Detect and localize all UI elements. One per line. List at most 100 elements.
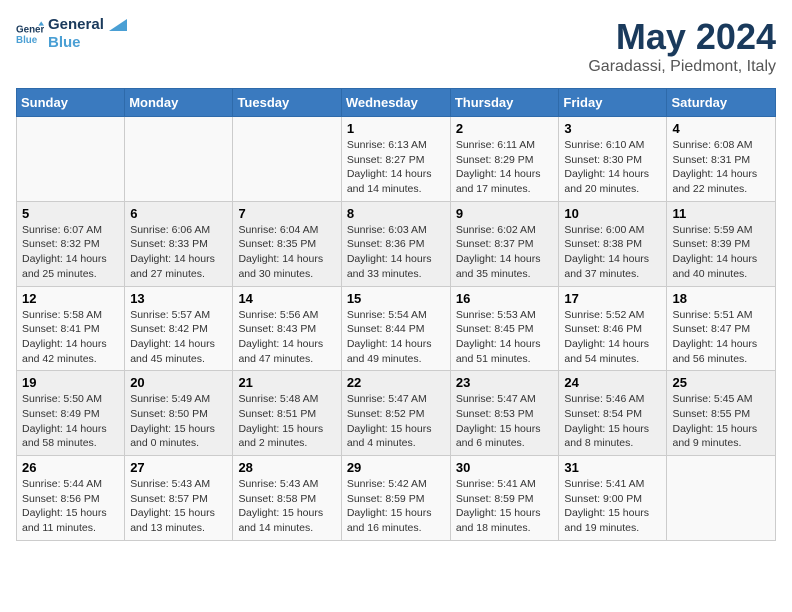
calendar-day-cell: 13Sunrise: 5:57 AM Sunset: 8:42 PM Dayli… bbox=[125, 286, 233, 371]
title-area: May 2024 Garadassi, Piedmont, Italy bbox=[588, 16, 776, 76]
calendar-day-cell: 29 Sunrise: 5:42 AM Sunset: 8:59 PM Dayli… bbox=[341, 456, 450, 541]
calendar-week-row: 19 Sunrise: 5:50 AM Sunset: 8:49 PM Dayli… bbox=[17, 371, 776, 456]
calendar-day-cell bbox=[125, 117, 233, 202]
calendar-header-cell: Wednesday bbox=[341, 89, 450, 117]
calendar-day-cell: 30 Sunrise: 5:41 AM Sunset: 8:59 PM Dayli… bbox=[450, 456, 559, 541]
day-info: Sunrise: 5:45 AM Sunset: 8:55 PM Dayligh… bbox=[672, 392, 770, 451]
day-info: Sunrise: 6:07 AM Sunset: 8:32 PM Dayligh… bbox=[22, 223, 119, 282]
day-number: 17 bbox=[564, 291, 661, 306]
logo-arrow-icon bbox=[109, 19, 127, 31]
day-number: 31 bbox=[564, 460, 661, 475]
day-info: Sunrise: 5:53 AM Sunset: 8:45 PM Dayligh… bbox=[456, 308, 554, 367]
day-number: 12 bbox=[22, 291, 119, 306]
calendar-day-cell bbox=[233, 117, 341, 202]
day-info: Sunrise: 5:58 AM Sunset: 8:41 PM Dayligh… bbox=[22, 308, 119, 367]
calendar-day-cell: 18 Sunrise: 5:51 AM Sunset: 8:47 PM Dayli… bbox=[667, 286, 776, 371]
calendar-day-cell: 4 Sunrise: 6:08 AM Sunset: 8:31 PM Daylig… bbox=[667, 117, 776, 202]
day-info: Sunrise: 5:49 AM Sunset: 8:50 PM Dayligh… bbox=[130, 392, 227, 451]
day-info: Sunrise: 6:06 AM Sunset: 8:33 PM Dayligh… bbox=[130, 223, 227, 282]
logo-line2: Blue bbox=[48, 34, 127, 52]
calendar-day-cell: 16 Sunrise: 5:53 AM Sunset: 8:45 PM Dayli… bbox=[450, 286, 559, 371]
day-info: Sunrise: 6:03 AM Sunset: 8:36 PM Dayligh… bbox=[347, 223, 445, 282]
day-info: Sunrise: 6:00 AM Sunset: 8:38 PM Dayligh… bbox=[564, 223, 661, 282]
day-number: 29 bbox=[347, 460, 445, 475]
day-number: 11 bbox=[672, 206, 770, 221]
calendar-day-cell: 1 Sunrise: 6:13 AM Sunset: 8:27 PM Daylig… bbox=[341, 117, 450, 202]
calendar-day-cell: 27Sunrise: 5:43 AM Sunset: 8:57 PM Dayli… bbox=[125, 456, 233, 541]
day-info: Sunrise: 5:47 AM Sunset: 8:52 PM Dayligh… bbox=[347, 392, 445, 451]
calendar-day-cell: 7 Sunrise: 6:04 AM Sunset: 8:35 PM Daylig… bbox=[233, 201, 341, 286]
calendar-day-cell: 9Sunrise: 6:02 AM Sunset: 8:37 PM Daylig… bbox=[450, 201, 559, 286]
calendar-day-cell: 24Sunrise: 5:46 AM Sunset: 8:54 PM Dayli… bbox=[559, 371, 667, 456]
calendar-table: SundayMondayTuesdayWednesdayThursdayFrid… bbox=[16, 88, 776, 541]
calendar-header-cell: Friday bbox=[559, 89, 667, 117]
day-number: 19 bbox=[22, 375, 119, 390]
day-info: Sunrise: 5:48 AM Sunset: 8:51 PM Dayligh… bbox=[238, 392, 335, 451]
logo-line1: General bbox=[48, 16, 127, 34]
calendar-day-cell: 17 Sunrise: 5:52 AM Sunset: 8:46 PM Dayli… bbox=[559, 286, 667, 371]
calendar-day-cell: 28Sunrise: 5:43 AM Sunset: 8:58 PM Dayli… bbox=[233, 456, 341, 541]
day-number: 14 bbox=[238, 291, 335, 306]
day-number: 10 bbox=[564, 206, 661, 221]
day-number: 23 bbox=[456, 375, 554, 390]
day-info: Sunrise: 5:42 AM Sunset: 8:59 PM Dayligh… bbox=[347, 477, 445, 536]
calendar-day-cell: 23 Sunrise: 5:47 AM Sunset: 8:53 PM Dayli… bbox=[450, 371, 559, 456]
calendar-week-row: 12 Sunrise: 5:58 AM Sunset: 8:41 PM Dayli… bbox=[17, 286, 776, 371]
calendar-day-cell bbox=[17, 117, 125, 202]
calendar-day-cell: 31Sunrise: 5:41 AM Sunset: 9:00 PM Dayli… bbox=[559, 456, 667, 541]
calendar-header-cell: Saturday bbox=[667, 89, 776, 117]
day-number: 22 bbox=[347, 375, 445, 390]
day-number: 25 bbox=[672, 375, 770, 390]
day-number: 18 bbox=[672, 291, 770, 306]
day-info: Sunrise: 5:56 AM Sunset: 8:43 PM Dayligh… bbox=[238, 308, 335, 367]
logo: General Blue General Blue bbox=[16, 16, 127, 52]
day-number: 30 bbox=[456, 460, 554, 475]
calendar-day-cell: 15 Sunrise: 5:54 AM Sunset: 8:44 PM Dayli… bbox=[341, 286, 450, 371]
day-info: Sunrise: 5:46 AM Sunset: 8:54 PM Dayligh… bbox=[564, 392, 661, 451]
day-info: Sunrise: 5:51 AM Sunset: 8:47 PM Dayligh… bbox=[672, 308, 770, 367]
main-title: May 2024 bbox=[588, 16, 776, 58]
day-number: 5 bbox=[22, 206, 119, 221]
calendar-day-cell: 20 Sunrise: 5:49 AM Sunset: 8:50 PM Dayli… bbox=[125, 371, 233, 456]
day-number: 21 bbox=[238, 375, 335, 390]
day-number: 1 bbox=[347, 121, 445, 136]
day-number: 4 bbox=[672, 121, 770, 136]
day-info: Sunrise: 5:52 AM Sunset: 8:46 PM Dayligh… bbox=[564, 308, 661, 367]
svg-text:Blue: Blue bbox=[16, 35, 38, 46]
day-number: 7 bbox=[238, 206, 335, 221]
day-info: Sunrise: 5:41 AM Sunset: 8:59 PM Dayligh… bbox=[456, 477, 554, 536]
day-number: 9 bbox=[456, 206, 554, 221]
day-info: Sunrise: 5:54 AM Sunset: 8:44 PM Dayligh… bbox=[347, 308, 445, 367]
day-info: Sunrise: 6:13 AM Sunset: 8:27 PM Dayligh… bbox=[347, 138, 445, 197]
calendar-day-cell: 10 Sunrise: 6:00 AM Sunset: 8:38 PM Dayli… bbox=[559, 201, 667, 286]
calendar-body: 1 Sunrise: 6:13 AM Sunset: 8:27 PM Daylig… bbox=[17, 117, 776, 541]
day-info: Sunrise: 6:04 AM Sunset: 8:35 PM Dayligh… bbox=[238, 223, 335, 282]
header: General Blue General Blue May 2024 Garad… bbox=[16, 16, 776, 76]
calendar-day-cell: 5 Sunrise: 6:07 AM Sunset: 8:32 PM Daylig… bbox=[17, 201, 125, 286]
day-info: Sunrise: 5:43 AM Sunset: 8:57 PM Dayligh… bbox=[130, 477, 227, 536]
subtitle: Garadassi, Piedmont, Italy bbox=[588, 58, 776, 76]
calendar-day-cell: 14 Sunrise: 5:56 AM Sunset: 8:43 PM Dayli… bbox=[233, 286, 341, 371]
day-info: Sunrise: 6:11 AM Sunset: 8:29 PM Dayligh… bbox=[456, 138, 554, 197]
day-number: 6 bbox=[130, 206, 227, 221]
calendar-day-cell: 2 Sunrise: 6:11 AM Sunset: 8:29 PM Daylig… bbox=[450, 117, 559, 202]
day-info: Sunrise: 5:59 AM Sunset: 8:39 PM Dayligh… bbox=[672, 223, 770, 282]
calendar-day-cell: 11 Sunrise: 5:59 AM Sunset: 8:39 PM Dayli… bbox=[667, 201, 776, 286]
day-number: 15 bbox=[347, 291, 445, 306]
day-info: Sunrise: 6:08 AM Sunset: 8:31 PM Dayligh… bbox=[672, 138, 770, 197]
day-info: Sunrise: 5:44 AM Sunset: 8:56 PM Dayligh… bbox=[22, 477, 119, 536]
calendar-day-cell: 25 Sunrise: 5:45 AM Sunset: 8:55 PM Dayli… bbox=[667, 371, 776, 456]
day-number: 16 bbox=[456, 291, 554, 306]
calendar-week-row: 26Sunrise: 5:44 AM Sunset: 8:56 PM Dayli… bbox=[17, 456, 776, 541]
calendar-day-cell: 3Sunrise: 6:10 AM Sunset: 8:30 PM Daylig… bbox=[559, 117, 667, 202]
day-info: Sunrise: 5:57 AM Sunset: 8:42 PM Dayligh… bbox=[130, 308, 227, 367]
day-info: Sunrise: 5:50 AM Sunset: 8:49 PM Dayligh… bbox=[22, 392, 119, 451]
calendar-day-cell: 12 Sunrise: 5:58 AM Sunset: 8:41 PM Dayli… bbox=[17, 286, 125, 371]
day-number: 8 bbox=[347, 206, 445, 221]
day-number: 20 bbox=[130, 375, 227, 390]
calendar-header-row: SundayMondayTuesdayWednesdayThursdayFrid… bbox=[17, 89, 776, 117]
calendar-day-cell: 19 Sunrise: 5:50 AM Sunset: 8:49 PM Dayli… bbox=[17, 371, 125, 456]
calendar-header-cell: Thursday bbox=[450, 89, 559, 117]
day-number: 2 bbox=[456, 121, 554, 136]
day-info: Sunrise: 5:47 AM Sunset: 8:53 PM Dayligh… bbox=[456, 392, 554, 451]
